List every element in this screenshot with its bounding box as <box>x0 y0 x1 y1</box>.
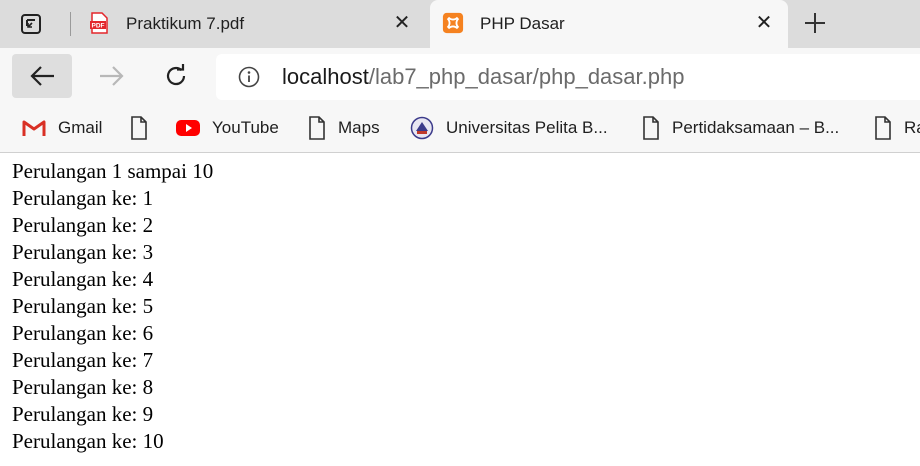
tab-php-dasar[interactable]: PHP Dasar ✕ <box>430 0 788 48</box>
loop-line: Perulangan ke: 7 <box>12 348 154 372</box>
loop-line: Perulangan ke: 10 <box>12 429 164 453</box>
loop-line: Perulangan ke: 3 <box>12 240 154 264</box>
tab-separator <box>70 12 71 36</box>
bookmark-universitas-pelita[interactable]: Universitas Pelita B... <box>410 114 608 142</box>
bookmark-ra[interactable]: Ra <box>874 114 920 142</box>
reload-button[interactable] <box>146 54 206 98</box>
pdf-file-icon: PDF <box>90 12 108 34</box>
url-path: /lab7_php_dasar/php_dasar.php <box>368 64 685 89</box>
page-icon <box>875 116 891 140</box>
forward-button[interactable] <box>82 54 142 98</box>
bookmark-label: Pertidaksamaan – B... <box>672 118 840 137</box>
loop-line: Perulangan ke: 1 <box>12 186 154 210</box>
bookmark-label: YouTube <box>212 118 279 137</box>
tab-strip: PDF Praktikum 7.pdf ✕ PHP Dasar ✕ <box>0 0 920 48</box>
tab-actions-button[interactable] <box>18 12 44 36</box>
bookmarks-bar: Gmail YouTube Maps Universitas Pelita B.… <box>0 104 920 153</box>
bookmark-maps[interactable]: Maps <box>308 114 380 142</box>
youtube-icon <box>176 120 200 136</box>
page-icon <box>643 116 659 140</box>
plus-icon <box>805 13 825 33</box>
bookmark-pertidaksamaan[interactable]: Pertidaksamaan – B... <box>642 114 839 142</box>
bookmark-label: Universitas Pelita B... <box>446 118 608 137</box>
xampp-icon <box>442 12 464 34</box>
tab-title: Praktikum 7.pdf <box>126 14 245 33</box>
close-tab-icon[interactable]: ✕ <box>392 13 412 33</box>
tab-title: PHP Dasar <box>480 14 565 33</box>
forward-arrow-icon <box>100 66 124 86</box>
loop-line: Perulangan ke: 2 <box>12 213 154 237</box>
university-seal-icon <box>410 116 434 140</box>
page-content: Perulangan 1 sampai 10 Perulangan ke: 1 … <box>12 158 213 455</box>
info-icon[interactable] <box>238 66 260 88</box>
tab-actions-icon <box>21 14 41 34</box>
navigation-toolbar: localhost/lab7_php_dasar/php_dasar.php <box>0 48 920 104</box>
gmail-icon <box>22 120 46 136</box>
page-icon <box>309 116 325 140</box>
bookmark-youtube[interactable]: YouTube <box>176 114 279 142</box>
tab-praktikum-pdf[interactable]: PDF Praktikum 7.pdf ✕ <box>76 0 426 48</box>
bookmark-label: Gmail <box>58 118 103 137</box>
close-tab-icon[interactable]: ✕ <box>754 13 774 33</box>
back-arrow-icon <box>30 66 54 86</box>
url-host: localhost <box>282 64 369 89</box>
bookmark-page[interactable] <box>130 114 160 142</box>
page-icon <box>131 116 147 140</box>
reload-icon <box>166 64 186 86</box>
pdf-icon-label: PDF <box>92 23 105 30</box>
loop-line: Perulangan ke: 6 <box>12 321 154 345</box>
bookmark-gmail[interactable]: Gmail <box>22 114 102 142</box>
new-tab-button[interactable] <box>800 10 830 38</box>
bookmark-label: Maps <box>338 118 380 137</box>
loop-line: Perulangan ke: 9 <box>12 402 154 426</box>
back-button[interactable] <box>12 54 72 98</box>
loop-line: Perulangan ke: 5 <box>12 294 154 318</box>
url-text[interactable]: localhost/lab7_php_dasar/php_dasar.php <box>282 64 684 90</box>
loop-line: Perulangan ke: 8 <box>12 375 154 399</box>
bookmark-label: Ra <box>904 118 920 137</box>
loop-heading: Perulangan 1 sampai 10 <box>12 159 214 183</box>
loop-line: Perulangan ke: 4 <box>12 267 154 291</box>
address-bar[interactable]: localhost/lab7_php_dasar/php_dasar.php <box>216 54 920 100</box>
